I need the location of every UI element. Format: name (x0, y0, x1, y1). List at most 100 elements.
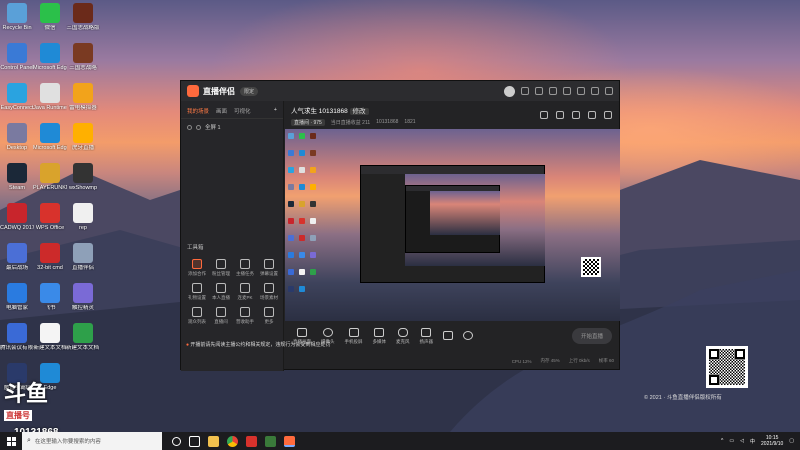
tool-item[interactable]: 观众列表 (185, 307, 209, 325)
volume-icon[interactable]: ◁ (740, 438, 744, 444)
desktop-icon[interactable]: 三国志战略 (66, 43, 100, 71)
gift-icon[interactable] (535, 87, 543, 95)
desktop-icon-label: Microsoft Edge (33, 145, 67, 151)
tool-label: 直播间 (214, 319, 228, 324)
user-avatar[interactable] (504, 85, 515, 97)
close-icon[interactable] (605, 87, 613, 95)
add-scene-icon[interactable]: + (274, 107, 277, 115)
network-icon[interactable] (604, 111, 612, 119)
app-window[interactable]: 直播伴侣 限定 我的场景 画面 可视化 + 全屏 1 工具箱 添加合作 粉丝管理 主… (180, 80, 620, 371)
stream-preview[interactable] (285, 129, 620, 321)
tool-item[interactable]: 连麦PK (233, 283, 257, 301)
file-explorer-icon[interactable] (208, 435, 219, 447)
taskbar-search[interactable]: ⌕ 在这里输入你要搜索的内容 (22, 432, 162, 450)
desktop-icon[interactable]: 32-bit cmd (33, 243, 67, 271)
tool-item[interactable]: 营收助手 (233, 307, 257, 325)
desktop-icon[interactable]: Microsoft Edge (33, 123, 67, 151)
tab-canvas[interactable]: 画面 (216, 107, 227, 115)
tool-item[interactable]: 弹幕设置 (257, 259, 281, 277)
tool-item[interactable]: 本人直播 (209, 283, 233, 301)
shirt-icon[interactable] (549, 87, 557, 95)
wps-icon[interactable] (246, 435, 257, 447)
gift-box-icon[interactable] (556, 111, 564, 119)
tab-visual[interactable]: 可视化 (234, 107, 251, 115)
share-icon[interactable] (540, 111, 548, 119)
preview-icon (288, 184, 294, 190)
tool-label: 本人直播 (212, 295, 230, 300)
preview-nested-window (405, 185, 500, 253)
tool-item[interactable]: 主播任务 (233, 259, 257, 277)
ime-icon[interactable]: 中 (750, 438, 755, 445)
cortana-icon[interactable] (172, 436, 181, 446)
desktop-icon[interactable]: 三国志战略版 (66, 3, 100, 31)
desktop-icon[interactable]: Desktop (0, 123, 34, 151)
desktop-icon[interactable]: CADWQ 2017 简体中文 (0, 203, 34, 231)
chrome-icon[interactable] (227, 435, 238, 447)
desktop-icon[interactable]: 雷电模拟器 (66, 83, 100, 111)
desktop-icon[interactable]: Control Panel (0, 43, 34, 71)
desktop-icon[interactable]: Java Runtime (33, 83, 67, 111)
preview-icon (299, 235, 305, 241)
tool-item[interactable]: 场景素材 (257, 283, 281, 301)
chevron-up-icon[interactable]: ^ (721, 438, 723, 444)
tool-icon (240, 259, 250, 269)
status-item: 帧率 60 (598, 358, 614, 363)
desktop-icon[interactable]: EasyConnect (0, 83, 34, 111)
desktop-icon[interactable]: WPS Office (33, 203, 67, 231)
task-view-icon[interactable] (189, 435, 200, 447)
start-stream-button[interactable]: 开始直播 (571, 328, 612, 344)
lock-icon[interactable] (196, 124, 201, 130)
tool-icon (264, 307, 274, 317)
notification-icon[interactable]: ▢ (789, 438, 794, 444)
desktop-icon[interactable]: 新建文本文档 (33, 323, 67, 351)
douyu-logo: 斗鱼 (4, 381, 49, 406)
desktop-icon[interactable]: 飞书 (33, 283, 67, 311)
start-button[interactable] (0, 432, 22, 450)
desktop-icon[interactable]: 触控精灵 (66, 283, 100, 311)
game-icon[interactable] (265, 435, 276, 447)
desktop-icon[interactable]: 电脑管家 (0, 283, 34, 311)
desktop-icon[interactable]: 虎牙直播 (66, 123, 100, 151)
app-badge[interactable]: 限定 (240, 86, 259, 96)
minimize-icon[interactable] (577, 87, 585, 95)
tab-scenes[interactable]: 我的场景 (187, 107, 209, 115)
app-icon (40, 283, 60, 303)
visibility-icon[interactable] (187, 124, 192, 130)
desktop-icon[interactable]: 直播伴侣 (66, 243, 100, 271)
bag-icon[interactable] (572, 111, 580, 119)
desktop-icon[interactable]: wxShowmp (66, 163, 100, 191)
preview-icon (299, 184, 305, 190)
screen-icon[interactable] (588, 111, 596, 119)
desktop-icon[interactable]: 最后战场 (0, 243, 34, 271)
tool-item[interactable]: 添加合作 (185, 259, 209, 277)
system-tray: ^ ▭ ◁ 中 10:15 2021/9/10 ▢ (721, 435, 800, 447)
live-companion-taskbar-icon[interactable] (284, 435, 295, 447)
desktop-icon[interactable]: 新建文本文档 - 无标题 (66, 323, 100, 351)
maximize-icon[interactable] (591, 87, 599, 95)
desktop-icon[interactable]: 腾讯会议有限公司 (0, 323, 34, 351)
tool-item[interactable]: 粉丝管理 (209, 259, 233, 277)
desktop-icon[interactable]: rep (66, 203, 100, 231)
app-titlebar[interactable]: 直播伴侣 限定 (181, 81, 619, 101)
control-settings[interactable] (463, 330, 473, 342)
preview-icon (288, 286, 294, 292)
tool-label: 观众列表 (188, 319, 206, 324)
control-record[interactable] (443, 330, 453, 342)
mail-icon[interactable] (521, 87, 529, 95)
desktop-icon[interactable]: Recycle Bin (0, 3, 34, 31)
network-tray-icon[interactable]: ▭ (729, 438, 734, 444)
edit-room-button[interactable]: 修改 (349, 108, 369, 115)
settings-icon (463, 330, 473, 340)
desktop-icon[interactable]: Microsoft Edge (33, 43, 67, 71)
scene-item[interactable]: 全屏 1 (181, 119, 283, 135)
tool-item[interactable]: 礼物设置 (185, 283, 209, 301)
desktop-icon[interactable]: Steam (0, 163, 34, 191)
menu-icon[interactable] (563, 87, 571, 95)
clock[interactable]: 10:15 2021/9/10 (761, 435, 783, 447)
tool-label: 粉丝管理 (212, 271, 230, 276)
warning-icon: ● (186, 342, 190, 348)
desktop-icon[interactable]: 微信 (33, 3, 67, 31)
tool-item[interactable]: 更多 (257, 307, 281, 325)
tool-item[interactable]: 直播间 (209, 307, 233, 325)
desktop-icon[interactable]: PLAYERUNKNOWN'S BATTLEGROUNDS (33, 163, 67, 191)
